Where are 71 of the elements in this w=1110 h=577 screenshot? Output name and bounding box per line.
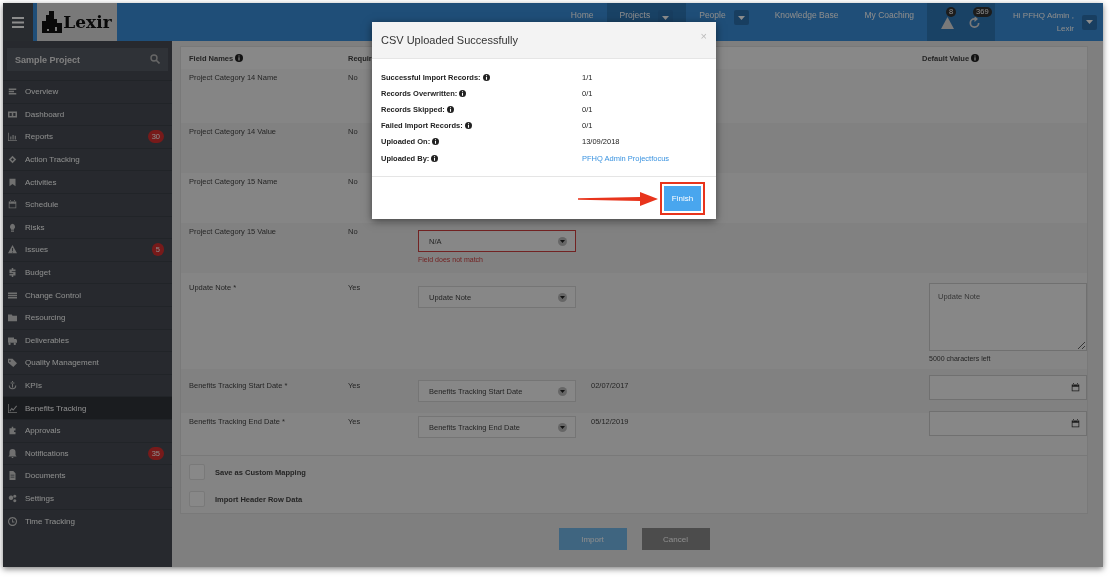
logo-text: Lexir [63, 12, 112, 32]
calendar-icon[interactable] [1071, 419, 1080, 428]
list-icon [8, 87, 17, 97]
sidebar-item[interactable]: Dashboard [3, 102, 172, 126]
sidebar-item[interactable]: Documents [3, 464, 172, 487]
puzzle-icon [8, 426, 17, 436]
menu-icon[interactable] [12, 16, 24, 28]
refresh-icon[interactable] [968, 17, 982, 29]
sidebar-item[interactable]: Resourcing [3, 305, 172, 329]
folder-icon [8, 313, 17, 323]
anchor-icon [8, 381, 17, 390]
date-field[interactable] [929, 375, 1087, 400]
info-icon [235, 53, 244, 62]
caret-icon [558, 422, 567, 432]
sidebar-item[interactable]: Risks [3, 215, 172, 239]
caret-icon [558, 236, 567, 246]
truck-icon [8, 335, 17, 345]
nav-tab[interactable]: Knowledge Base [761, 3, 852, 41]
sidebar-item[interactable]: Overview [3, 80, 172, 103]
user-name[interactable]: Lexir [1056, 22, 1074, 35]
warning-icon[interactable] [941, 17, 955, 29]
calendar-icon[interactable] [1071, 383, 1080, 392]
calendar-icon [8, 200, 17, 210]
info-icon [432, 138, 440, 146]
sidebar-item[interactable]: Action Tracking [3, 147, 172, 171]
user-greeting[interactable]: Hi PFHQ Admin , [1013, 9, 1074, 22]
info-icon [482, 73, 490, 81]
lightbulb-icon [8, 222, 17, 232]
nav-label: Home [570, 10, 594, 20]
bell-icon [8, 448, 17, 458]
document-icon [8, 471, 17, 481]
sidebar-item[interactable]: Budget [3, 260, 172, 284]
info-icon [971, 53, 980, 62]
info-icon [459, 89, 467, 97]
sidebar-item[interactable]: Settings [3, 486, 172, 510]
caret-icon [558, 292, 567, 302]
dollar-icon [8, 268, 17, 278]
sidebar-item[interactable]: Deliverables [3, 328, 172, 352]
info-icon [446, 105, 454, 113]
search-icon[interactable] [150, 54, 160, 64]
sidebar-item[interactable]: Schedule [3, 192, 172, 216]
finish-button[interactable]: Finish [664, 185, 701, 211]
nav-tab[interactable]: My Coaching [851, 3, 928, 41]
dashboard-icon [8, 109, 17, 119]
dialog-title: CSV Uploaded Successfully [381, 34, 518, 46]
sidebar-item[interactable]: Activities [3, 170, 172, 193]
list-icon [8, 290, 17, 300]
sidebar-item[interactable]: Benefits Tracking [3, 396, 172, 419]
bookmark-icon [8, 177, 17, 187]
info-icon [431, 154, 439, 162]
tag-icon [8, 358, 17, 368]
search-field[interactable]: Sample Project [7, 48, 168, 71]
crosshair-icon [8, 155, 17, 165]
logo[interactable]: Lexir [37, 3, 117, 41]
nav-label: My Coaching [864, 10, 915, 20]
sidebar-item[interactable]: Approvals [3, 418, 172, 442]
building-icon [42, 11, 63, 33]
line-chart-icon [8, 403, 17, 413]
gears-icon [8, 494, 17, 503]
bar-chart-icon [8, 132, 17, 142]
nav-label: People [699, 10, 726, 20]
clock-icon [8, 516, 17, 526]
caret-icon [558, 386, 567, 396]
sidebar-item[interactable]: Quality Management [3, 351, 172, 374]
date-field[interactable] [929, 411, 1087, 436]
nav-label: Knowledge Base [774, 10, 839, 20]
info-icon [464, 122, 472, 130]
sidebar-item[interactable]: Change Control [3, 283, 172, 306]
nav-label: Projects [619, 10, 651, 20]
sidebar-item[interactable]: Time Tracking [3, 509, 172, 532]
warning-icon [8, 245, 17, 255]
